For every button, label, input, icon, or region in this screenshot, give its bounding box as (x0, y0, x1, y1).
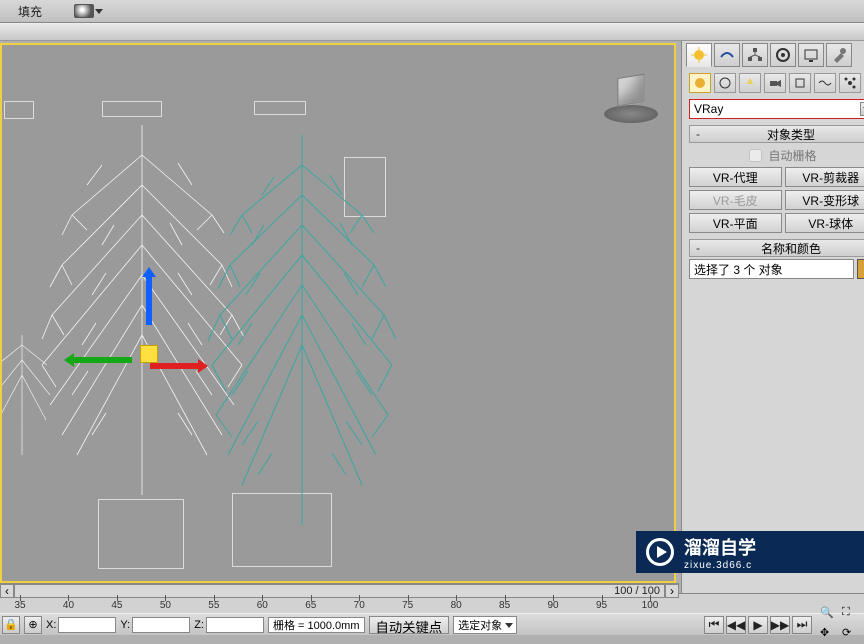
btn-vr-fur[interactable]: VR-毛皮 (689, 190, 782, 210)
bbox (4, 101, 34, 119)
grid-readout: 栅格 = 1000.0mm (268, 617, 365, 633)
z-input[interactable] (206, 617, 264, 633)
coord-y: Y: (120, 617, 190, 633)
tab-motion[interactable] (770, 43, 796, 67)
object-name-input[interactable] (689, 259, 854, 279)
tab-utilities[interactable] (826, 43, 852, 67)
timeline-tick-label: 85 (499, 600, 510, 611)
bbox (254, 101, 306, 115)
next-frame-icon[interactable]: ▶▶ (770, 616, 790, 634)
btn-vr-clipper[interactable]: VR-剪裁器 (785, 167, 864, 187)
tab-hierarchy[interactable] (742, 43, 768, 67)
gizmo-x-axis[interactable] (150, 363, 200, 369)
tab-display[interactable] (798, 43, 824, 67)
watermark-url: zixue.3d66.c (684, 560, 756, 571)
collapse-icon: - (690, 127, 706, 141)
watermark-brand: 溜溜自学 (684, 534, 756, 560)
fill-label: 填充 (18, 3, 42, 20)
key-filter-dropdown[interactable]: 选定对象 (453, 616, 517, 634)
btn-vr-proxy[interactable]: VR-代理 (689, 167, 782, 187)
gizmo-plane-handle[interactable] (140, 345, 158, 363)
transform-gizmo[interactable] (132, 305, 222, 395)
create-categories (686, 71, 864, 95)
timeline-tick-label: 60 (257, 600, 268, 611)
cat-geometry[interactable] (689, 73, 711, 93)
selection-lock-icon[interactable]: ⊕ (24, 616, 42, 634)
timeline-tick-label: 80 (451, 600, 462, 611)
toolbar-separator (0, 23, 864, 41)
renderer-value: VRay (694, 102, 723, 116)
play-icon (646, 538, 674, 566)
cat-lights[interactable] (739, 73, 761, 93)
gizmo-y-axis[interactable] (72, 357, 132, 363)
cat-shapes[interactable] (714, 73, 736, 93)
y-input[interactable] (132, 617, 190, 633)
timeline[interactable]: 35 40 45 50 55 60 65 70 75 80 85 90 95 100 (0, 593, 864, 613)
goto-end-icon[interactable]: ⏭ (792, 616, 812, 634)
autogrid-checkbox[interactable]: 自动栅格 (686, 147, 864, 164)
renderer-dropdown[interactable]: VRay (689, 99, 864, 119)
timeline-tick-label: 90 (548, 600, 559, 611)
tree-wireframe-teal (192, 115, 412, 535)
prev-frame-icon[interactable]: ◀◀ (726, 616, 746, 634)
command-panel: VRay - 对象类型 自动栅格 VR-代理 VR-剪裁器 VR-毛皮 VR-变… (681, 41, 864, 593)
tree-small (0, 325, 52, 465)
x-input[interactable] (58, 617, 116, 633)
transport-controls: ⏮ ◀◀ ▶ ▶▶ ⏭ (704, 616, 812, 634)
timeline-tick-label: 95 (596, 600, 607, 611)
timeline-tick-label: 35 (14, 600, 25, 611)
timeline-tick-label: 70 (354, 600, 365, 611)
btn-vr-sphere[interactable]: VR-球体 (785, 213, 864, 233)
lock-icon[interactable]: 🔒 (2, 616, 20, 634)
cat-cameras[interactable] (764, 73, 786, 93)
rollout-object-type[interactable]: - 对象类型 (689, 125, 864, 143)
rollout-name-color[interactable]: - 名称和颜色 (689, 239, 864, 257)
fill-dropdown[interactable] (74, 4, 94, 18)
cat-spacewarps[interactable] (814, 73, 836, 93)
coord-z: Z: (194, 617, 264, 633)
tab-create[interactable] (686, 43, 712, 67)
timeline-tick-label: 75 (402, 600, 413, 611)
btn-vr-plane[interactable]: VR-平面 (689, 213, 782, 233)
top-toolbar: 填充 (0, 0, 864, 23)
viewport[interactable] (0, 43, 676, 583)
cat-helpers[interactable] (789, 73, 811, 93)
status-bar: 🔒 ⊕ X: Y: Z: 栅格 = 1000.0mm 自动关键点 选定对象 ⏮ … (0, 613, 864, 635)
gizmo-z-axis[interactable] (146, 275, 152, 325)
timeline-tick-label: 55 (208, 600, 219, 611)
goto-start-icon[interactable]: ⏮ (704, 616, 724, 634)
chevron-down-icon (860, 102, 864, 116)
viewcube[interactable] (604, 69, 658, 123)
coord-x: X: (46, 617, 116, 633)
timeline-tick-label: 50 (160, 600, 171, 611)
watermark: 溜溜自学 zixue.3d66.c (636, 531, 864, 573)
timeline-tick-label: 65 (305, 600, 316, 611)
btn-vr-metaball[interactable]: VR-变形球 (785, 190, 864, 210)
color-swatch[interactable] (857, 259, 864, 279)
timeline-tick-label: 100 (642, 600, 659, 611)
tab-modify[interactable] (714, 43, 740, 67)
command-tabs (686, 43, 864, 67)
play-icon[interactable]: ▶ (748, 616, 768, 634)
collapse-icon: - (690, 241, 706, 255)
timeline-tick-label: 40 (63, 600, 74, 611)
autokey-button[interactable]: 自动关键点 (369, 616, 450, 634)
timeline-tick-label: 45 (111, 600, 122, 611)
cat-systems[interactable] (839, 73, 861, 93)
